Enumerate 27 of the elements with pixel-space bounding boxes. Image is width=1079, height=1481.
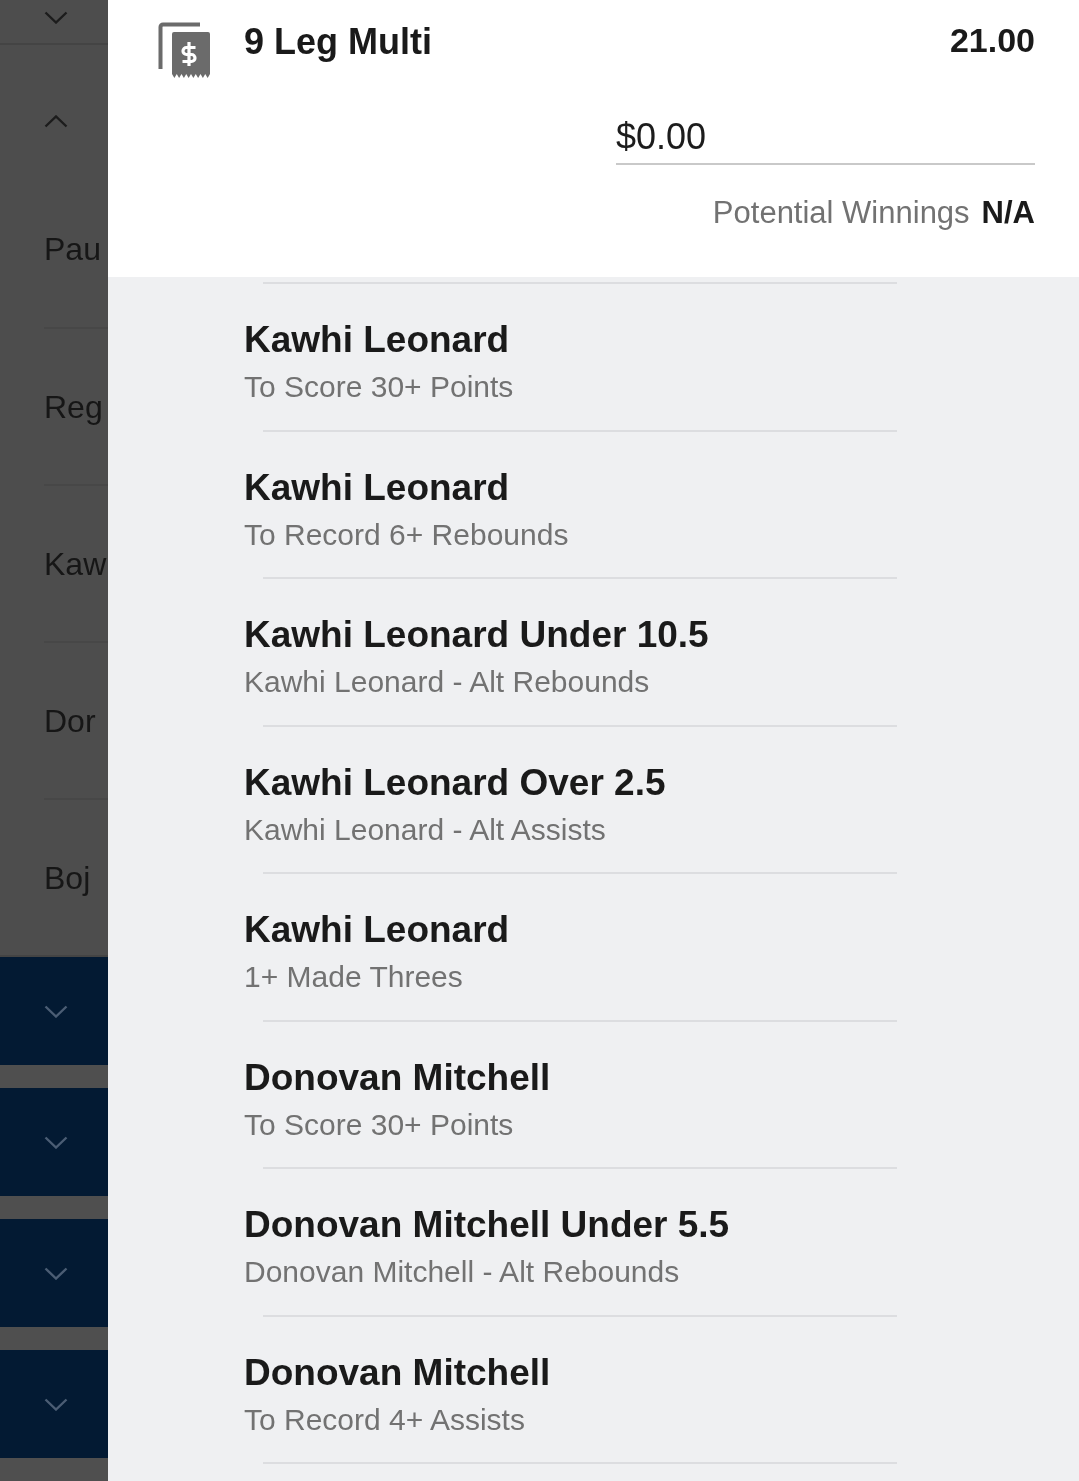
leg-market: 1+ Made Threes xyxy=(244,959,463,995)
leg-selection: Donovan Mitchell xyxy=(244,1350,551,1395)
menu-item-label: Kaw xyxy=(44,544,107,583)
potential-winnings-label: Potential Winnings xyxy=(712,194,970,232)
receipt-dollar-icon xyxy=(158,22,211,80)
menu-item-label: Boj xyxy=(44,858,91,897)
leg-market: To Score 30+ Points xyxy=(244,369,514,405)
leg-market: Donovan Mitchell - Alt Rebounds xyxy=(244,1254,680,1290)
leg-market: Kawhi Leonard - Alt Rebounds xyxy=(244,664,650,700)
menu-item-label: Pau xyxy=(44,229,101,268)
leg-selection: Kawhi Leonard xyxy=(244,465,510,510)
potential-winnings-value: N/A xyxy=(981,194,1035,232)
leg-selection: Donovan Mitchell xyxy=(244,1055,551,1100)
menu-item-label: Dor xyxy=(44,701,96,740)
leg-selection: Kawhi Leonard Over 2.5 xyxy=(244,760,666,805)
stake-input-field[interactable]: $0.00 xyxy=(616,109,1035,165)
leg-market: To Score 30+ Points xyxy=(244,1106,514,1143)
leg-market: To Record 4+ Assists xyxy=(244,1401,525,1438)
leg-selection: Kawhi Leonard Under 10.5 xyxy=(244,613,709,657)
leg-market: Kawhi Leonard - Alt Assists xyxy=(244,811,606,848)
bet-title: 9 Leg Multi xyxy=(244,20,432,64)
leg-market: To Record 6+ Rebounds xyxy=(244,516,569,553)
leg-selection: Donovan Mitchell Under 5.5 xyxy=(244,1203,730,1247)
menu-item-label: Reg xyxy=(44,387,103,426)
bet-odds: 21.00 xyxy=(949,20,1035,61)
leg-selection: Kawhi Leonard xyxy=(244,908,510,952)
leg-selection: Kawhi Leonard xyxy=(244,318,510,362)
